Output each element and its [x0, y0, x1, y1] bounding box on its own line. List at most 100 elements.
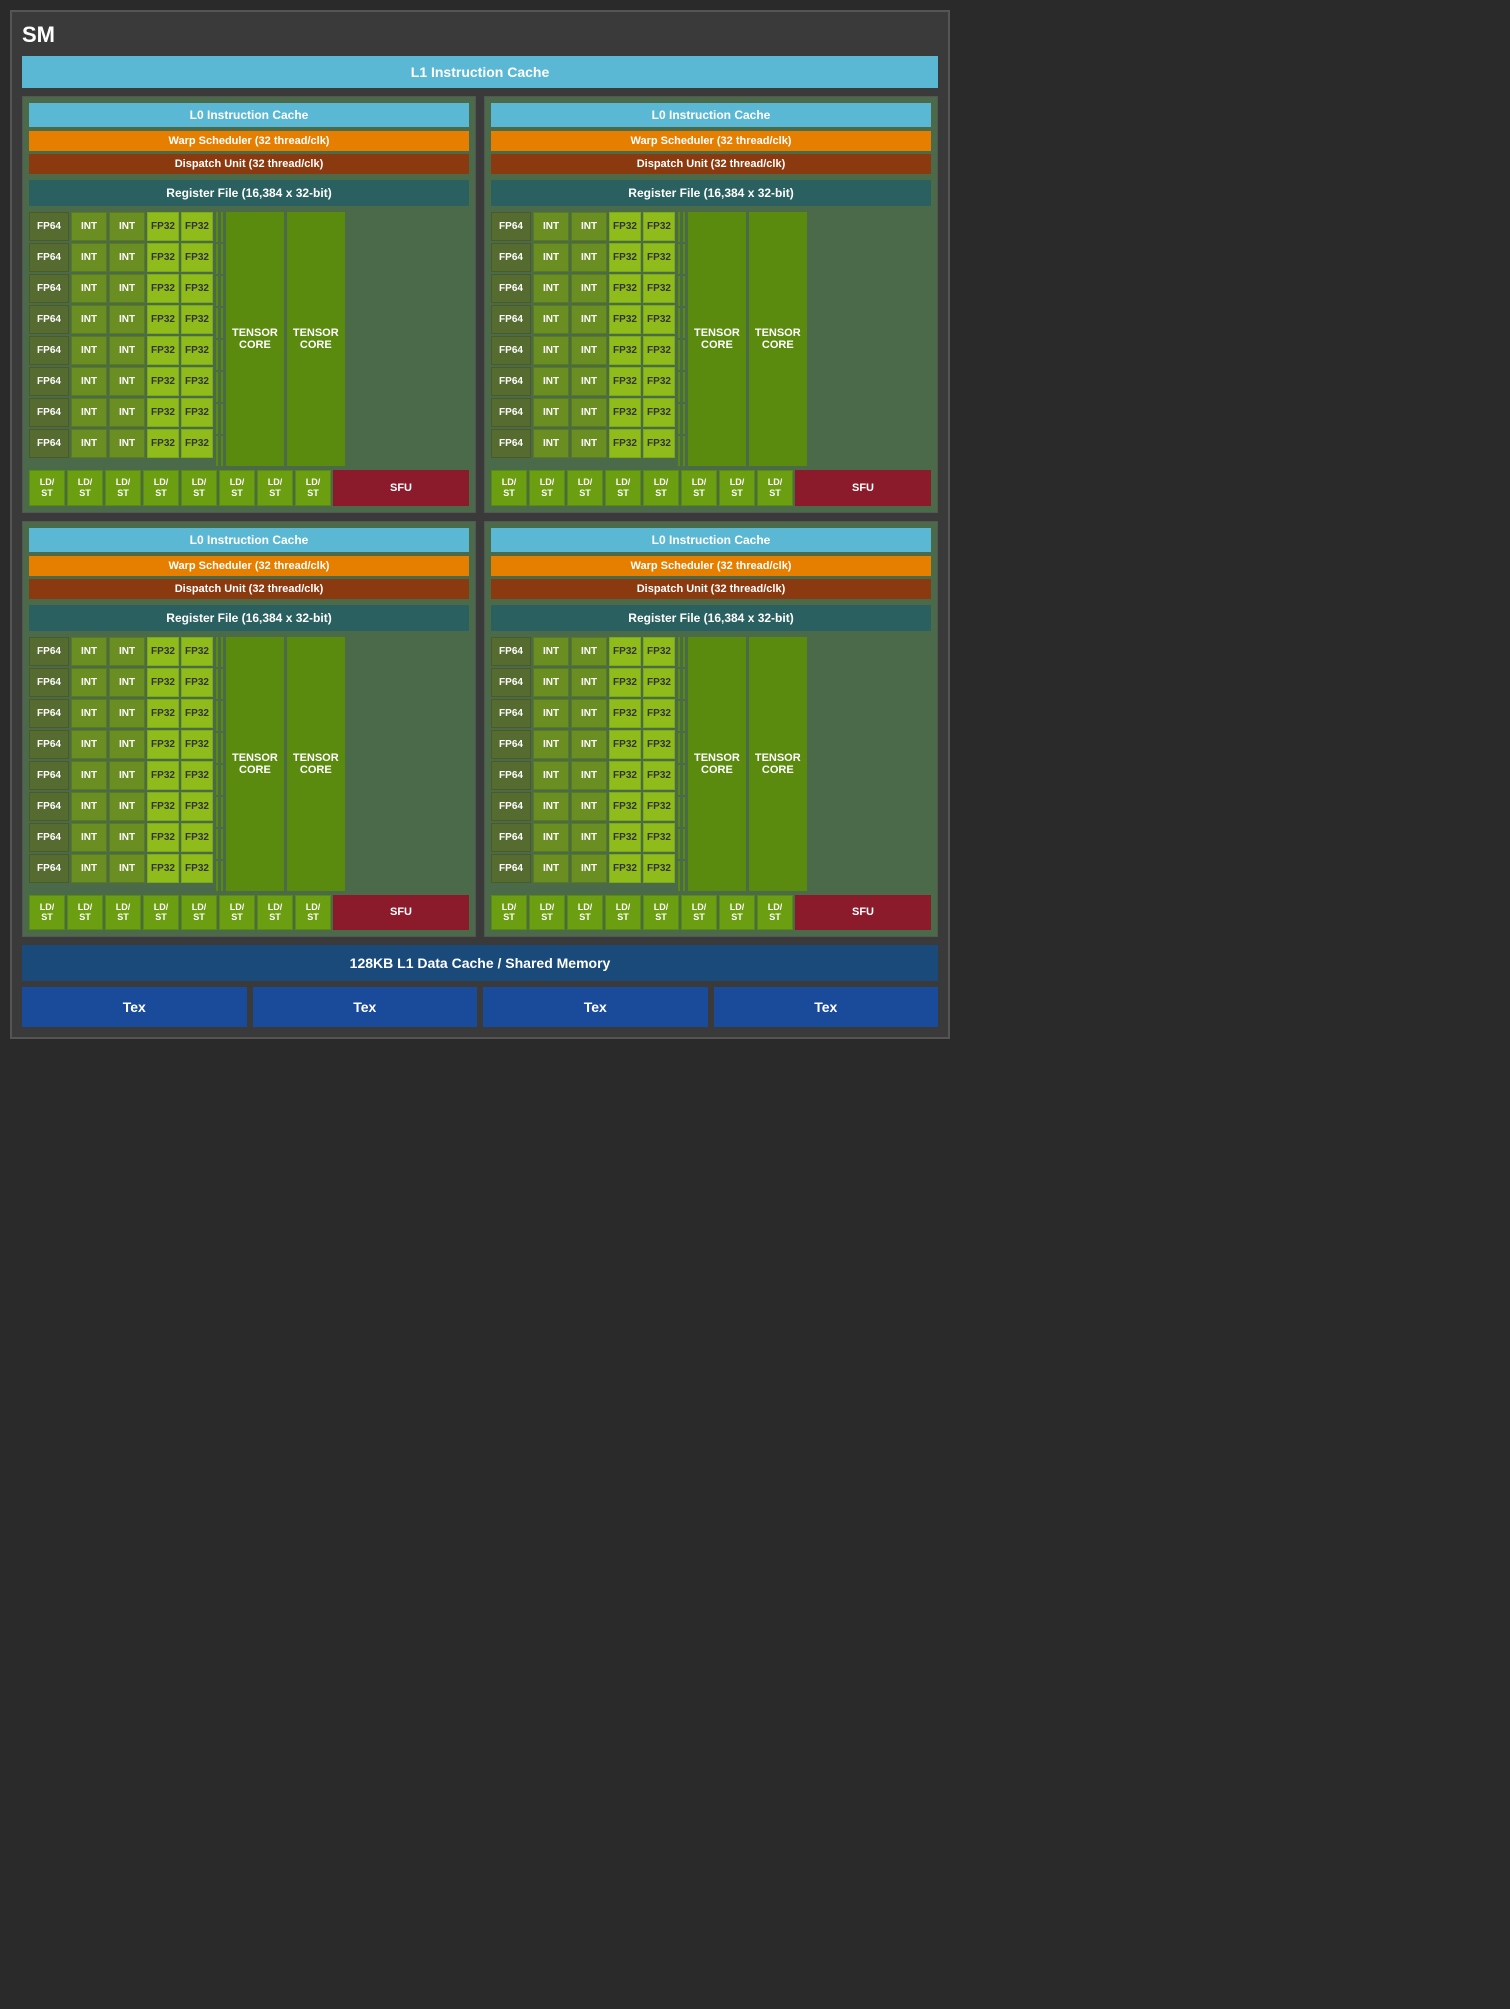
tensor-core-3: TENSOR CORE	[688, 212, 746, 466]
compute-row: FP64 INT INT FP32 FP32	[491, 730, 675, 759]
int-cell: INT	[109, 305, 145, 334]
fp32-cell: FP32	[181, 367, 213, 396]
green-grid-cell	[678, 861, 680, 891]
int-cell: INT	[109, 398, 145, 427]
compute-row: FP64 INT INT FP32 FP32	[491, 429, 675, 458]
fp32-cell: FP32	[147, 668, 179, 697]
left-units-2: FP64 INT INT FP32 FP32 FP64 INT INT FP32…	[491, 212, 675, 466]
fp32-cell: FP32	[147, 637, 179, 666]
register-file-4: Register File (16,384 x 32-bit)	[491, 605, 931, 631]
int-cell: INT	[71, 274, 107, 303]
green-grid-cell	[221, 797, 223, 827]
tex-cell-3: Tex	[483, 987, 708, 1027]
warp-scheduler-3: Warp Scheduler (32 thread/clk)	[29, 556, 469, 576]
fp32-cell: FP32	[643, 668, 675, 697]
compute-section-1: FP64 INT INT FP32 FP32 FP64 INT INT FP32…	[29, 212, 469, 466]
compute-row: FP64 INT INT FP32 FP32	[29, 668, 213, 697]
fp32-cell: FP32	[181, 823, 213, 852]
fp64-cell: FP64	[491, 274, 531, 303]
compute-row: FP64 INT INT FP32 FP32	[29, 305, 213, 334]
dispatch-unit-4: Dispatch Unit (32 thread/clk)	[491, 579, 931, 599]
int-cell: INT	[109, 761, 145, 790]
compute-row: FP64 INT INT FP32 FP32	[29, 243, 213, 272]
compute-row: FP64 INT INT FP32 FP32	[29, 274, 213, 303]
ld-st-cell: LD/ST	[643, 470, 679, 506]
register-file-2: Register File (16,384 x 32-bit)	[491, 180, 931, 206]
int-cell: INT	[109, 823, 145, 852]
ld-st-cell: LD/ST	[605, 895, 641, 931]
compute-section-3: FP64 INT INT FP32 FP32 FP64 INT INT FP32…	[29, 637, 469, 891]
fp64-cell: FP64	[29, 274, 69, 303]
tensor-core-label: TENSOR	[755, 327, 801, 339]
fp32-cell: FP32	[643, 699, 675, 728]
int-cell: INT	[533, 699, 569, 728]
warp-scheduler-4: Warp Scheduler (32 thread/clk)	[491, 556, 931, 576]
fp32-cell: FP32	[147, 429, 179, 458]
fp64-cell: FP64	[29, 637, 69, 666]
compute-row: FP64 INT INT FP32 FP32	[491, 398, 675, 427]
int-cell: INT	[533, 305, 569, 334]
green-grid-cell	[221, 829, 223, 859]
green-grid-cell	[683, 669, 685, 699]
int-cell: INT	[71, 823, 107, 852]
int-cell: INT	[571, 668, 607, 697]
green-grid-cell	[216, 861, 218, 891]
ld-st-cell: LD/ST	[105, 470, 141, 506]
fp32-cell: FP32	[181, 699, 213, 728]
int-cell: INT	[71, 637, 107, 666]
fp32-cell: FP32	[643, 429, 675, 458]
fp32-cell: FP32	[147, 336, 179, 365]
quadrant-4: L0 Instruction Cache Warp Scheduler (32 …	[484, 521, 938, 938]
int-cell: INT	[71, 730, 107, 759]
fp32-cell: FP32	[643, 367, 675, 396]
fp32-cell: FP32	[609, 730, 641, 759]
fp32-cell: FP32	[643, 212, 675, 241]
fp32-cell: FP32	[643, 637, 675, 666]
tensor-core-label2: CORE	[701, 339, 733, 351]
bottom-row-1: LD/ST LD/ST LD/ST LD/ST LD/ST LD/ST LD/S…	[29, 470, 469, 506]
green-grid-cell	[683, 276, 685, 306]
fp32-cell: FP32	[181, 274, 213, 303]
int-cell: INT	[571, 699, 607, 728]
tensor-core-label2: CORE	[762, 339, 794, 351]
ld-st-cell: LD/ST	[257, 470, 293, 506]
green-grid-cell	[216, 829, 218, 859]
fp32-cell: FP32	[643, 761, 675, 790]
fp64-cell: FP64	[29, 761, 69, 790]
compute-row: FP64 INT INT FP32 FP32	[491, 274, 675, 303]
int-cell: INT	[109, 668, 145, 697]
green-grid-cell	[216, 733, 218, 763]
tensor-core-label: TENSOR	[694, 752, 740, 764]
fp64-cell: FP64	[491, 336, 531, 365]
fp32-cell: FP32	[181, 668, 213, 697]
ld-st-cell: LD/ST	[491, 470, 527, 506]
quadrants-grid: L0 Instruction Cache Warp Scheduler (32 …	[22, 96, 938, 937]
fp32-cell: FP32	[609, 367, 641, 396]
int-cell: INT	[571, 212, 607, 241]
green-grid-cell	[221, 340, 223, 370]
ld-st-cell: LD/ST	[257, 895, 293, 931]
tensor-core-4: TENSOR CORE	[749, 212, 807, 466]
fp32-cell: FP32	[609, 305, 641, 334]
fp64-cell: FP64	[29, 730, 69, 759]
compute-section-2: FP64 INT INT FP32 FP32 FP64 INT INT FP32…	[491, 212, 931, 466]
ld-st-cell: LD/ST	[643, 895, 679, 931]
green-grid-cell	[216, 404, 218, 434]
tensor-core-label2: CORE	[300, 339, 332, 351]
int-cell: INT	[571, 761, 607, 790]
green-grid-cell	[216, 308, 218, 338]
fp32-cell: FP32	[147, 699, 179, 728]
ld-st-cell: LD/ST	[757, 895, 793, 931]
compute-row: FP64 INT INT FP32 FP32	[29, 398, 213, 427]
fp32-cell: FP32	[147, 854, 179, 883]
green-grid-cell	[678, 669, 680, 699]
green-grid-cell	[683, 308, 685, 338]
int-cell: INT	[109, 730, 145, 759]
green-grid-cell	[221, 436, 223, 466]
fp32-cell: FP32	[609, 761, 641, 790]
tex-row: Tex Tex Tex Tex	[22, 987, 938, 1027]
int-cell: INT	[109, 274, 145, 303]
fp32-cell: FP32	[609, 212, 641, 241]
fp32-cell: FP32	[181, 730, 213, 759]
fp32-cell: FP32	[147, 305, 179, 334]
